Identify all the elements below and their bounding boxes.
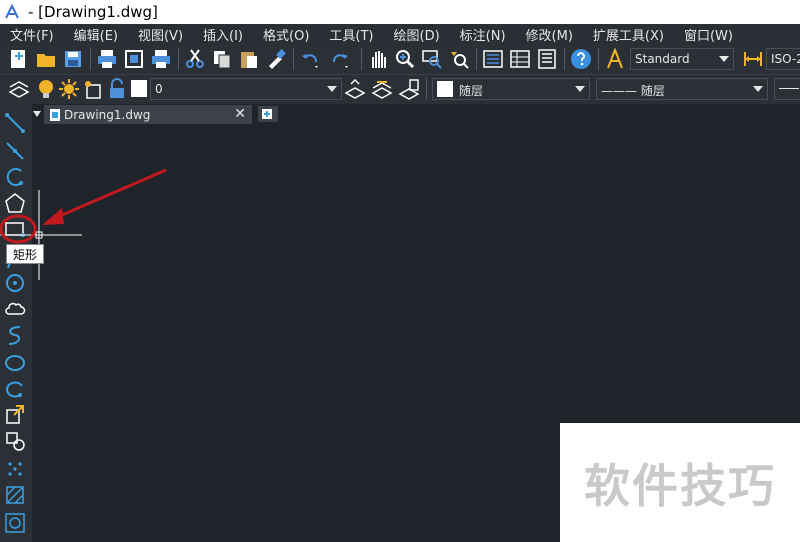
- lineweight-select[interactable]: [774, 78, 800, 100]
- ellipse-arc-tool-icon[interactable]: [4, 378, 26, 400]
- toolbar-separator: [293, 48, 294, 70]
- menu-file[interactable]: 文件(F): [10, 25, 54, 44]
- layer-select[interactable]: 0: [150, 78, 342, 100]
- print-icon[interactable]: [96, 48, 118, 70]
- layer-manager-icon[interactable]: [8, 78, 30, 100]
- design-center-icon[interactable]: [509, 48, 531, 70]
- undo-icon[interactable]: [299, 48, 321, 70]
- print-preview-icon[interactable]: [123, 48, 145, 70]
- new-tab-button[interactable]: [258, 106, 278, 122]
- insert-block-tool-icon[interactable]: [4, 404, 26, 426]
- tab-drawing1[interactable]: Drawing1.dwg ✕: [44, 105, 252, 125]
- layer-freeze-sun-icon[interactable]: [58, 78, 80, 100]
- menu-window[interactable]: 窗口(W): [684, 25, 733, 44]
- layer-states-icon[interactable]: [398, 78, 420, 100]
- menu-edit[interactable]: 编辑(E): [74, 25, 118, 44]
- text-style-select[interactable]: Standard: [630, 48, 734, 70]
- color-value: 随层: [459, 84, 484, 98]
- paste-icon[interactable]: [238, 48, 260, 70]
- tool-palettes-icon[interactable]: [536, 48, 558, 70]
- layer-viewport-freeze-icon[interactable]: [82, 78, 104, 100]
- layer-lock-icon[interactable]: [106, 78, 128, 100]
- title-bar: - [Drawing1.dwg]: [0, 0, 800, 24]
- help-icon[interactable]: [570, 48, 592, 70]
- add-icon: [262, 109, 272, 119]
- text-style-value: Standard: [635, 52, 690, 66]
- save-icon[interactable]: [62, 48, 84, 70]
- menu-modify[interactable]: 修改(M): [526, 25, 573, 44]
- revision-cloud-tool-icon[interactable]: [4, 298, 26, 320]
- menu-view[interactable]: 视图(V): [138, 25, 183, 44]
- new-file-icon[interactable]: [8, 48, 30, 70]
- tab-menu-chevron-icon[interactable]: [33, 111, 41, 117]
- toolbar-separator: [598, 48, 599, 70]
- color-swatch: [437, 81, 453, 97]
- window-title: - [Drawing1.dwg]: [28, 3, 158, 21]
- menu-draw[interactable]: 绘图(D): [394, 25, 440, 44]
- toolbar-separator: [476, 48, 477, 70]
- zoom-realtime-icon[interactable]: [394, 48, 416, 70]
- document-tab-bar: Drawing1.dwg ✕: [32, 104, 800, 125]
- point-tool-icon[interactable]: [4, 458, 26, 480]
- menu-bar: 文件(F) 编辑(E) 视图(V) 插入(I) 格式(O) 工具(T) 绘图(D…: [0, 24, 800, 44]
- menu-tools[interactable]: 工具(T): [329, 25, 373, 44]
- dimension-style-value: ISO-2: [771, 52, 800, 66]
- text-style-icon[interactable]: [604, 48, 626, 70]
- make-current-layer-icon[interactable]: [344, 78, 366, 100]
- layer-previous-icon[interactable]: [371, 78, 393, 100]
- properties-icon[interactable]: [482, 48, 504, 70]
- tab-label: Drawing1.dwg: [64, 108, 151, 122]
- zoom-previous-icon[interactable]: [448, 48, 470, 70]
- toolbar-separator: [564, 48, 565, 70]
- spline-tool-icon[interactable]: [4, 324, 26, 346]
- dwg-file-icon: [50, 109, 60, 121]
- cut-icon[interactable]: [184, 48, 206, 70]
- standard-toolbar: Standard ISO-2: [0, 44, 800, 75]
- plot-icon[interactable]: [150, 48, 172, 70]
- chevron-down-icon: [719, 56, 729, 62]
- dimension-style-select[interactable]: ISO-2: [766, 48, 800, 70]
- line-tool-icon[interactable]: [4, 112, 26, 134]
- ellipse-tool-icon[interactable]: [4, 352, 26, 374]
- layer-on-bulb-icon[interactable]: [35, 78, 57, 100]
- close-tab-icon[interactable]: ✕: [234, 106, 246, 122]
- layers-toolbar: 0 随层 ——— 随层: [0, 75, 800, 105]
- menu-insert[interactable]: 插入(I): [203, 25, 243, 44]
- color-select[interactable]: 随层: [432, 78, 590, 100]
- app-icon: [5, 4, 19, 19]
- linetype-value: ——— 随层: [601, 84, 665, 98]
- menu-extensions[interactable]: 扩展工具(X): [593, 25, 664, 44]
- toolbar-separator: [178, 48, 179, 70]
- redo-icon[interactable]: [329, 48, 351, 70]
- region-tool-icon[interactable]: [4, 512, 26, 534]
- menu-dimension[interactable]: 标注(N): [460, 25, 506, 44]
- layer-value: 0: [155, 82, 163, 96]
- chevron-down-icon: [575, 86, 585, 92]
- open-folder-icon[interactable]: [35, 48, 57, 70]
- toolbar-separator: [361, 48, 362, 70]
- lineweight-sample: [779, 88, 799, 89]
- chevron-down-icon: [753, 86, 763, 92]
- watermark: 软件技巧: [560, 423, 800, 542]
- copy-icon[interactable]: [211, 48, 233, 70]
- menu-format[interactable]: 格式(O): [263, 25, 309, 44]
- toolbar-separator: [90, 48, 91, 70]
- match-properties-icon[interactable]: [265, 48, 287, 70]
- layer-color-swatch: [131, 80, 147, 97]
- pan-hand-icon[interactable]: [367, 48, 389, 70]
- rectangle-tooltip: 矩形: [6, 244, 44, 264]
- hatch-tool-icon[interactable]: [4, 484, 26, 506]
- make-block-tool-icon[interactable]: [4, 430, 26, 452]
- zoom-window-icon[interactable]: [421, 48, 443, 70]
- toolbar-separator: [426, 78, 427, 100]
- polyline-tool-icon[interactable]: [4, 140, 26, 162]
- linetype-select[interactable]: ——— 随层: [596, 78, 768, 100]
- chevron-down-icon: [327, 86, 337, 92]
- dimension-style-icon[interactable]: [742, 48, 764, 70]
